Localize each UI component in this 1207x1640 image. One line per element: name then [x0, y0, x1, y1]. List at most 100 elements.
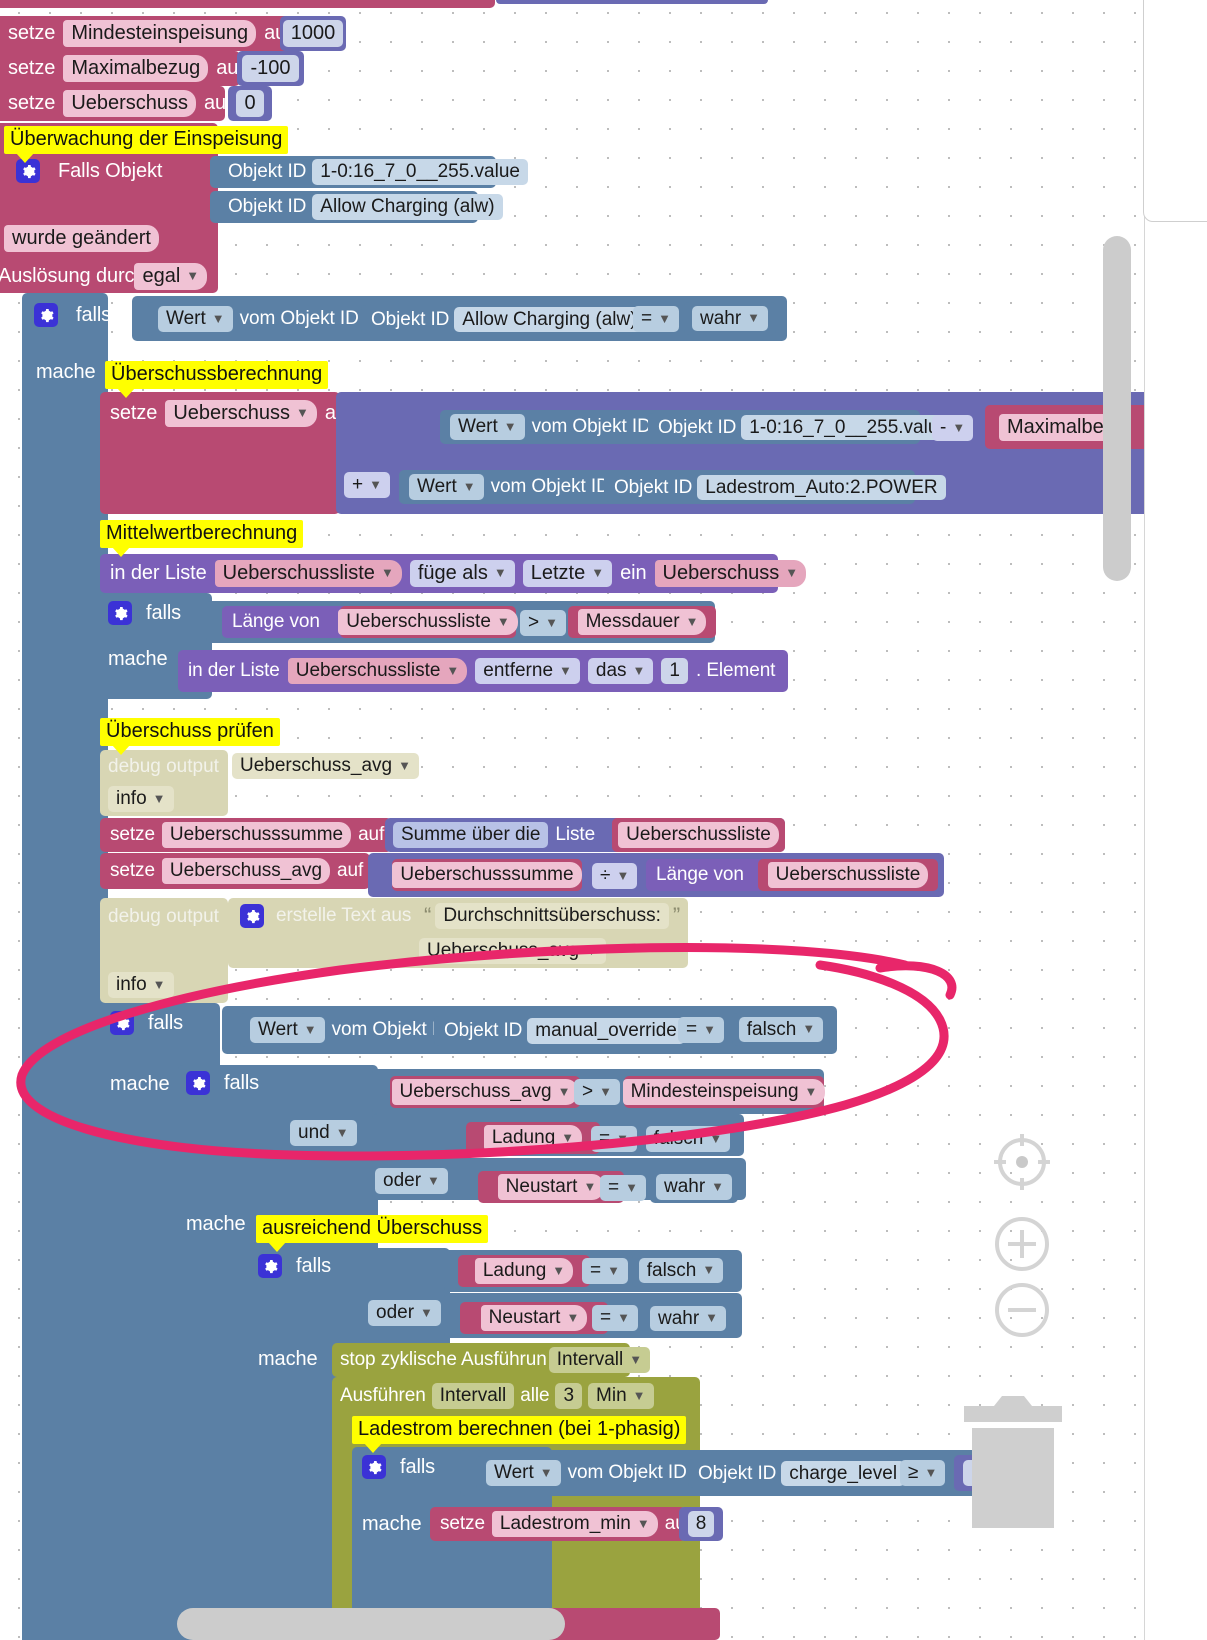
comparison-operator-dropdown[interactable]: = ▼	[678, 1017, 724, 1043]
block-debug-output-1[interactable]: debug output info ▼	[100, 750, 228, 816]
block-setze-ueberschuss[interactable]: setze Ueberschuss auf	[0, 86, 232, 121]
minus-operator-dropdown[interactable]: - ▼	[932, 415, 974, 441]
index-number-field[interactable]: 1	[661, 658, 688, 684]
block-setze-ladestrom-min[interactable]: setze Ladestrom_min ▼ auf	[430, 1507, 691, 1541]
variable-name[interactable]: Ueberschusssumme	[392, 862, 582, 888]
block-bool-falsch[interactable]: falsch ▼	[732, 1013, 830, 1046]
mutator-gear-icon[interactable]	[108, 601, 132, 625]
block-objekt-id-manual-override[interactable]: Objekt ID manual_override	[434, 1016, 685, 1046]
variable-name[interactable]: Ueberschuss_avg ▼	[391, 1079, 579, 1105]
block-cut-off-top[interactable]	[0, 0, 495, 8]
block-setze-ueberschusssumme[interactable]: setze Ueberschusssumme auf	[100, 818, 392, 852]
mutator-gear-icon[interactable]	[34, 303, 58, 327]
zoom-out-button[interactable]	[990, 1278, 1054, 1342]
block-variable-messdauer[interactable]: Messdauer ▼	[568, 606, 716, 638]
objekt-id-value[interactable]: 1-0:16_7_0__255.value	[741, 414, 957, 441]
recenter-button[interactable]	[990, 1130, 1054, 1194]
time-unit-dropdown[interactable]: Min ▼	[588, 1383, 654, 1409]
block-falls-allow-charging[interactable]: falls mache	[22, 293, 111, 1640]
variable-name[interactable]: Maximalbezug	[63, 55, 209, 82]
variable-neustart[interactable]: Neustart ▼	[497, 1174, 605, 1200]
block-objekt-id-stromzaehler[interactable]: Objekt ID 1-0:16_7_0__255.value	[648, 413, 957, 442]
block-number-8[interactable]: 8	[679, 1507, 723, 1541]
wert-dropdown[interactable]: Wert ▼	[158, 306, 233, 332]
bool-dropdown[interactable]: falsch ▼	[638, 1257, 724, 1284]
mutator-gear-icon[interactable]	[362, 1455, 386, 1479]
block-variable-mindesteinspeisung[interactable]: Mindesteinspeisung ▼	[622, 1076, 826, 1108]
bool-dropdown[interactable]: wahr ▼	[655, 1174, 733, 1200]
und-operator-dropdown[interactable]: und ▼	[290, 1120, 357, 1146]
comparison-operator-dropdown[interactable]: = ▼	[591, 1126, 637, 1152]
trash-button[interactable]	[958, 1388, 1068, 1533]
das-dropdown[interactable]: das ▼	[587, 658, 654, 684]
zoom-in-button[interactable]	[990, 1212, 1054, 1276]
liste-variable[interactable]: Ueberschussliste ▼	[214, 560, 402, 587]
comparison-operator-dropdown[interactable]: = ▼	[633, 306, 679, 332]
comparison-operator-dropdown[interactable]: = ▼	[600, 1175, 646, 1201]
variable-messdauer[interactable]: Messdauer ▼	[577, 609, 707, 635]
block-objekt-id-2[interactable]: Objekt ID Allow Charging (alw)	[210, 191, 503, 223]
block-cut-off-top-value[interactable]	[496, 0, 768, 4]
liste-variable[interactable]: Ueberschussliste ▼	[287, 658, 468, 684]
objekt-id-value[interactable]: Allow Charging (alw)	[312, 194, 503, 220]
variable-ladung[interactable]: Ladung ▼	[483, 1125, 583, 1151]
comparison-operator-dropdown[interactable]: > ▼	[520, 610, 566, 636]
block-objekt-id-allow-charging[interactable]: Objekt ID Allow Charging (alw)	[361, 305, 645, 334]
variable-name[interactable]: Ueberschuss ▼	[165, 400, 317, 427]
liste-variable[interactable]: Ueberschussliste ▼	[338, 609, 518, 635]
block-bool-wahr[interactable]: wahr ▼	[684, 302, 776, 335]
oder-operator-dropdown[interactable]: oder ▼	[375, 1168, 448, 1194]
objekt-id-value[interactable]: charge_level	[781, 1460, 906, 1487]
bool-dropdown[interactable]: falsch ▼	[738, 1016, 824, 1043]
oder-operator-dropdown[interactable]: oder ▼	[368, 1300, 441, 1326]
loglevel-dropdown[interactable]: info ▼	[108, 786, 174, 812]
block-setze-mindesteinspeisung[interactable]: setze Mindesteinspeisung auf	[0, 16, 295, 51]
wert-variable[interactable]: Ueberschuss ▼	[654, 560, 807, 587]
objekt-id-value[interactable]: manual_override	[527, 1018, 685, 1044]
entferne-dropdown[interactable]: entferne ▼	[475, 658, 580, 684]
intervall-name-field[interactable]: Intervall	[431, 1383, 515, 1409]
summe-dropdown[interactable]: Summe über die	[393, 822, 549, 848]
wert-dropdown[interactable]: Wert ▼	[486, 1460, 561, 1486]
block-objekt-id-1[interactable]: Objekt ID 1-0:16_7_0__255.value	[210, 156, 528, 188]
block-setze-ueberschuss-avg[interactable]: setze Ueberschuss_avg auf	[100, 853, 370, 889]
division-operator-dropdown[interactable]: ÷ ▼	[592, 863, 638, 889]
horizontal-scrollbar[interactable]	[177, 1608, 565, 1640]
plus-operator-dropdown[interactable]: + ▼	[344, 472, 390, 498]
comment-ueberschuss-pruefen[interactable]: Überschuss prüfen	[100, 718, 280, 755]
block-objekt-id-ladestrom-power[interactable]: Objekt ID Ladestrom_Auto:2.POWER	[604, 473, 946, 502]
number-field[interactable]: 8	[687, 1511, 715, 1537]
comparison-operator-dropdown[interactable]: ≥ ▼	[900, 1460, 946, 1486]
variable-name[interactable]: Ueberschuss_avg	[161, 858, 331, 884]
wert-dropdown[interactable]: Wert ▼	[450, 414, 525, 440]
block-bool-neustart-wahr[interactable]: wahr ▼	[650, 1171, 738, 1203]
intervall-number-field[interactable]: 3	[555, 1383, 583, 1409]
text-value-field[interactable]: Durchschnittsüberschuss:	[435, 903, 669, 929]
bool-dropdown[interactable]: wahr ▼	[649, 1305, 727, 1332]
objekt-id-value[interactable]: Allow Charging (alw)	[454, 306, 645, 333]
bool-dropdown[interactable]: wahr ▼	[691, 305, 769, 332]
comment-ueberschussberechnung[interactable]: Überschussberechnung	[105, 361, 329, 398]
block-bool-ladung-falsch-2[interactable]: falsch ▼	[632, 1254, 730, 1287]
comment-ueberwachung[interactable]: Überwachung der Einspeisung	[4, 126, 289, 163]
comparison-operator-dropdown[interactable]: > ▼	[574, 1079, 620, 1105]
block-liste-entferne[interactable]: in der Liste Ueberschussliste ▼ entferne ▼…	[178, 650, 788, 692]
block-setze-maximalbezug[interactable]: setze Maximalbezug auf	[0, 51, 244, 86]
variable-name[interactable]: Ueberschusssumme	[161, 822, 352, 848]
wert-dropdown[interactable]: Wert ▼	[409, 474, 484, 500]
mutator-gear-icon[interactable]	[240, 904, 264, 928]
debug-variable-dropdown[interactable]: Ueberschuss_avg ▼	[232, 753, 419, 779]
vertical-scrollbar[interactable]	[1103, 236, 1131, 581]
block-debug-output-2[interactable]: debug output info ▼	[100, 898, 228, 1003]
comment-mittelwertberechnung[interactable]: Mittelwertberechnung	[100, 520, 304, 557]
comparison-operator-dropdown[interactable]: = ▼	[582, 1258, 628, 1284]
block-liste-variable-laenge-2[interactable]: Ueberschussliste	[758, 859, 938, 891]
variable-name[interactable]: Ladestrom_min ▼	[491, 1511, 658, 1537]
block-bool-neustart-wahr-2[interactable]: wahr ▼	[642, 1302, 734, 1335]
intervall-dropdown[interactable]: Intervall ▼	[548, 1347, 651, 1373]
block-variable-ueberschuss-avg[interactable]: Ueberschuss_avg ▼	[390, 1076, 580, 1108]
block-variable-ladung-1[interactable]: Ladung ▼	[466, 1122, 600, 1154]
comparison-operator-dropdown[interactable]: = ▼	[592, 1305, 638, 1331]
number-field[interactable]: 0	[236, 90, 264, 117]
fuege-als-dropdown[interactable]: füge als ▼	[409, 560, 515, 587]
